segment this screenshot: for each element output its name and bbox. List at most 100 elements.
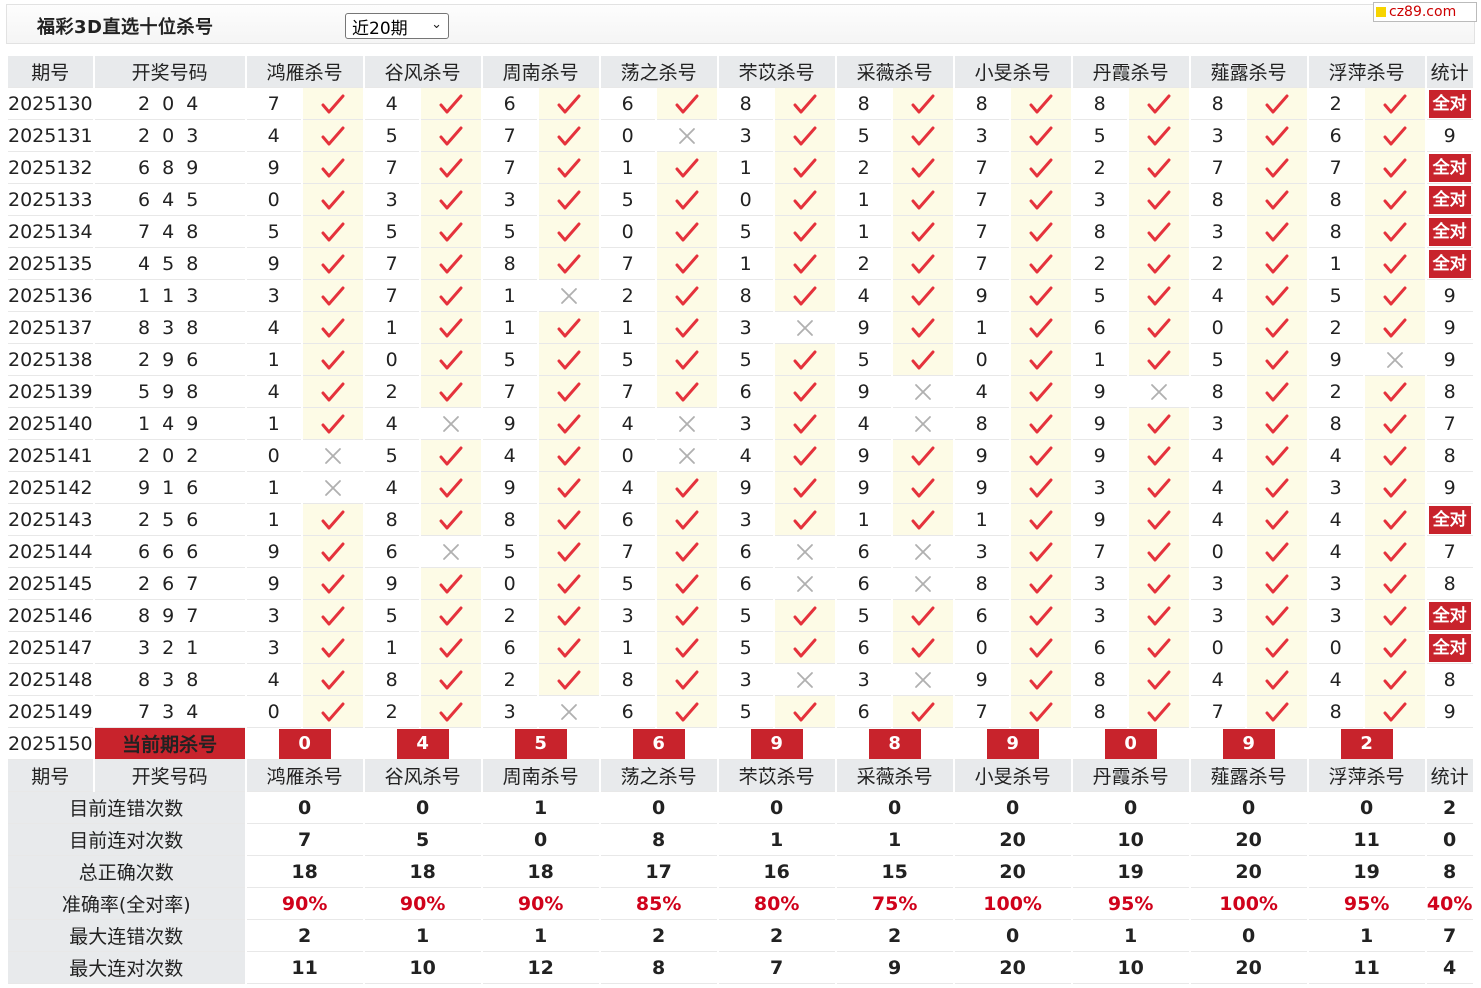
table-row: 2025131 2 0 34 5 7 0 3 5 3 5 3 6 9	[8, 120, 1473, 152]
current-kill-cell: 6	[600, 728, 717, 760]
kill-number-cell: 9	[246, 568, 301, 600]
hit-mark	[302, 408, 363, 440]
kill-number-cell: 1	[718, 248, 773, 280]
table-row: 2025147 3 2 1 3 1 6 1 5 6 0 6 0 0 全对	[8, 632, 1473, 664]
hit-mark	[1246, 440, 1307, 472]
cross-icon	[914, 543, 931, 560]
header-period: 期号	[8, 760, 93, 792]
hit-mark	[1364, 504, 1425, 536]
stat-value: 7	[1426, 920, 1473, 952]
hit-mark	[1364, 312, 1425, 344]
hit-mark	[774, 216, 835, 248]
kill-number-cell: 5	[482, 536, 537, 568]
check-icon	[321, 222, 345, 241]
table-row: 2025137 8 3 84 1 1 1 3 9 1 6 0 2 9	[8, 312, 1473, 344]
hit-mark	[656, 184, 717, 216]
current-kill-number: 6	[632, 728, 685, 759]
check-icon	[557, 126, 581, 145]
kill-number-cell: 4	[600, 408, 655, 440]
hit-mark	[892, 216, 953, 248]
period-cell: 2025130	[8, 88, 93, 120]
hit-mark	[538, 120, 599, 152]
hit-mark	[1128, 216, 1189, 248]
check-icon	[1029, 382, 1053, 401]
draw-number-cell: 7 3 4	[94, 696, 245, 728]
check-icon	[439, 478, 463, 497]
kill-number-cell: 8	[1072, 664, 1127, 696]
row-stat-cell: 9	[1426, 696, 1473, 728]
site-logo[interactable]: cz89.com	[1373, 2, 1477, 22]
stat-value: 12	[482, 952, 599, 984]
kill-number-cell: 2	[1072, 152, 1127, 184]
cross-icon	[914, 575, 931, 592]
kill-number-cell: 9	[954, 440, 1009, 472]
check-icon	[557, 446, 581, 465]
check-icon	[793, 158, 817, 177]
check-icon	[321, 318, 345, 337]
miss-mark	[1364, 344, 1425, 376]
miss-mark	[656, 408, 717, 440]
check-icon	[911, 318, 935, 337]
hit-mark	[1364, 536, 1425, 568]
cross-icon	[914, 383, 931, 400]
kill-number-cell: 5	[364, 600, 419, 632]
stat-label: 目前连对次数	[8, 824, 245, 856]
kill-number-cell: 1	[246, 504, 301, 536]
stat-row: 总正确次数 18 18 18 17 16 15 20 19 20 19 8	[8, 856, 1473, 888]
kill-number-cell: 4	[1308, 536, 1363, 568]
hit-mark	[892, 696, 953, 728]
miss-mark	[302, 440, 363, 472]
current-kill-cell: 2	[1308, 728, 1425, 760]
hit-mark	[892, 632, 953, 664]
hit-mark	[656, 568, 717, 600]
check-icon	[793, 286, 817, 305]
check-icon	[675, 286, 699, 305]
hit-mark	[892, 344, 953, 376]
kill-number-cell: 3	[1072, 568, 1127, 600]
header-expert: 鸿雁杀号	[246, 56, 363, 88]
kill-number-cell: 8	[1072, 216, 1127, 248]
hit-mark	[892, 88, 953, 120]
hit-mark	[538, 600, 599, 632]
stat-value: 0	[954, 792, 1071, 824]
hit-mark	[1128, 600, 1189, 632]
hit-mark	[420, 184, 481, 216]
table-row: 2025130 2 0 4 7 4 6 6 8 8 8 8 8 2 全对	[8, 88, 1473, 120]
page-title: 福彩3D直选十位杀号	[37, 17, 214, 38]
check-icon	[439, 670, 463, 689]
table-row: 2025133 6 4 5 0 3 3 5 0 1 7 3 8 8 全对	[8, 184, 1473, 216]
stat-value: 0	[718, 792, 835, 824]
draw-number-cell: 2 0 2	[94, 440, 245, 472]
hit-mark	[774, 184, 835, 216]
hit-mark	[302, 312, 363, 344]
hit-mark	[1364, 248, 1425, 280]
check-icon	[1265, 638, 1289, 657]
hit-mark	[302, 536, 363, 568]
kill-number-cell: 5	[1072, 280, 1127, 312]
stat-value: 2	[1426, 792, 1473, 824]
hit-mark	[1364, 376, 1425, 408]
check-icon	[1265, 382, 1289, 401]
stat-row: 目前连对次数 7 5 0 8 1 1 20 10 20 11 0	[8, 824, 1473, 856]
draw-number-cell: 2 0 3	[94, 120, 245, 152]
hit-mark	[1128, 120, 1189, 152]
check-icon	[439, 574, 463, 593]
check-icon	[1383, 638, 1407, 657]
kill-number-cell: 9	[954, 664, 1009, 696]
stat-value: 11	[246, 952, 363, 984]
hit-mark	[1010, 568, 1071, 600]
check-icon	[1029, 574, 1053, 593]
table-row: 2025148 8 3 848283398448	[8, 664, 1473, 696]
check-icon	[911, 510, 935, 529]
hit-mark	[1364, 184, 1425, 216]
check-icon	[439, 158, 463, 177]
hit-mark	[1246, 664, 1307, 696]
stat-value: 17	[600, 856, 717, 888]
current-stat-cell	[1426, 728, 1473, 760]
period-select[interactable]: 近20期 ⌄	[345, 13, 449, 39]
hit-mark	[302, 120, 363, 152]
current-period-row: 2025150 当前期杀号 0 4 5 6 9 8 9 0 9 2	[8, 728, 1473, 760]
check-icon	[793, 222, 817, 241]
check-icon	[793, 702, 817, 721]
kill-number-cell: 4	[1308, 440, 1363, 472]
